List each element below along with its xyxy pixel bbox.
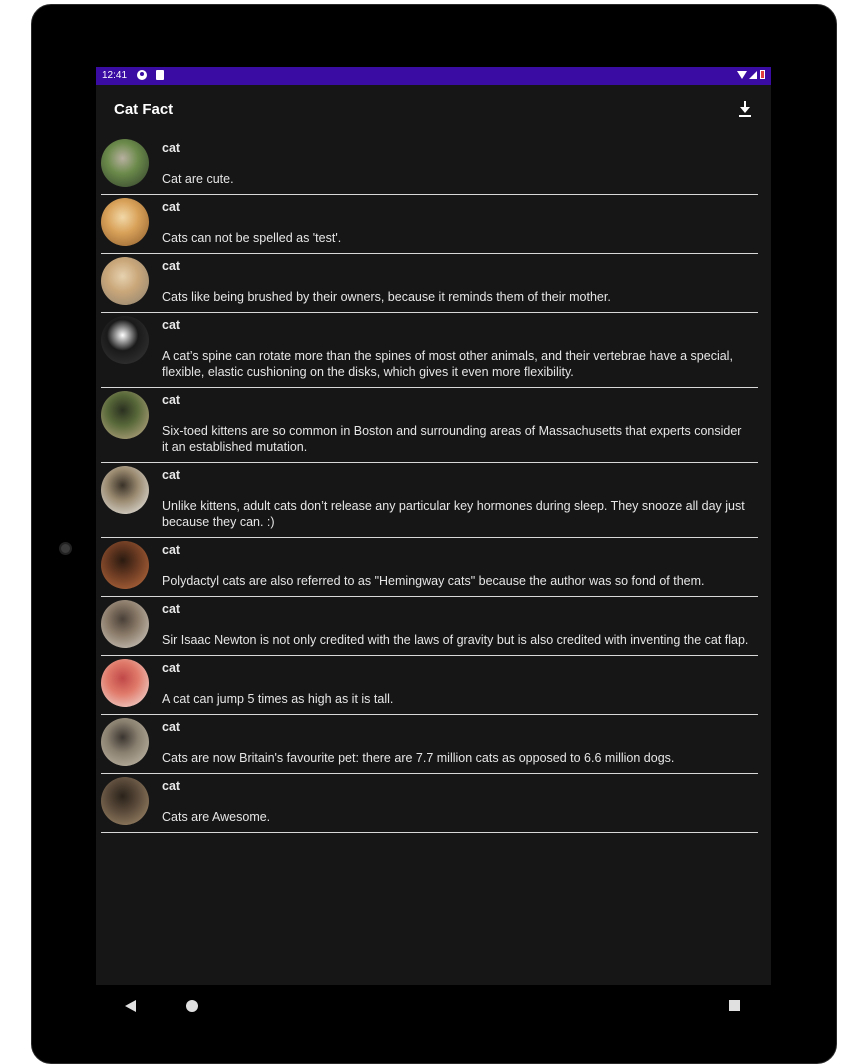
list-item-text: cat Cats like being brushed by their owne…: [162, 254, 758, 312]
list-item-text: cat A cat’s spine can rotate more than th…: [162, 313, 758, 387]
cat-avatar: [101, 541, 149, 589]
wifi-icon: [737, 70, 747, 79]
list-item-title: cat: [162, 200, 181, 214]
cat-avatar: [101, 718, 149, 766]
list-item[interactable]: cat A cat’s spine can rotate more than th…: [101, 313, 758, 388]
list-item-title: cat: [162, 779, 181, 793]
list-item-fact: Cats like being brushed by their owners,…: [162, 290, 611, 304]
sd-card-icon: [156, 70, 164, 80]
list-item-fact: Cats are Awesome.: [162, 810, 271, 824]
download-icon: [739, 101, 751, 117]
cat-avatar: [101, 316, 149, 364]
list-item-text: cat Cats can not be spelled as 'test'.: [162, 195, 758, 253]
status-time: 12:41: [102, 70, 128, 81]
list-item[interactable]: cat Cats can not be spelled as 'test'.: [101, 195, 758, 254]
list-item-text: cat Six-toed kittens are so common in Bos…: [162, 388, 758, 462]
list-item-text: cat Sir Isaac Newton is not only credited…: [162, 597, 758, 655]
cat-avatar: [101, 198, 149, 246]
list-item-fact: Cats can not be spelled as 'test'.: [162, 231, 342, 245]
list-item-fact: A cat’s spine can rotate more than the s…: [162, 349, 733, 379]
list-item-title: cat: [162, 259, 181, 273]
list-item-text: cat A cat can jump 5 times as high as it …: [162, 656, 758, 714]
cat-avatar: [101, 659, 149, 707]
list-item[interactable]: cat Cat are cute.: [101, 136, 758, 195]
list-item-text: cat Unlike kittens, adult cats don’t rele…: [162, 463, 758, 537]
battery-icon: [760, 70, 765, 79]
cat-avatar: [101, 391, 149, 439]
cat-fact-list: cat Cat are cute. cat Cats can not be spell…: [101, 136, 758, 833]
list-item-title: cat: [162, 141, 181, 155]
list-item[interactable]: cat Cats are now Britain's favourite pet:…: [101, 715, 758, 774]
navigation-bar: [96, 985, 771, 1027]
notification-icon: [137, 70, 147, 80]
list-item-fact: Unlike kittens, adult cats don’t release…: [162, 499, 745, 529]
list-item[interactable]: cat Six-toed kittens are so common in Bos…: [101, 388, 758, 463]
list-item-title: cat: [162, 393, 181, 407]
list-item-text: cat Polydactyl cats are also referred to …: [162, 538, 758, 596]
list-item[interactable]: cat Sir Isaac Newton is not only credited…: [101, 597, 758, 656]
app-title: Cat Fact: [114, 101, 174, 118]
list-item-title: cat: [162, 661, 181, 675]
cat-avatar: [101, 257, 149, 305]
list-item[interactable]: cat Unlike kittens, adult cats don’t rele…: [101, 463, 758, 538]
recents-button[interactable]: [729, 1000, 740, 1011]
list-item[interactable]: cat Cats like being brushed by their owne…: [101, 254, 758, 313]
list-item-title: cat: [162, 543, 181, 557]
cat-avatar: [101, 777, 149, 825]
list-item[interactable]: cat Polydactyl cats are also referred to …: [101, 538, 758, 597]
download-button[interactable]: [734, 98, 756, 120]
list-item[interactable]: cat Cats are Awesome.: [101, 774, 758, 833]
cat-avatar: [101, 139, 149, 187]
back-button[interactable]: [125, 1000, 136, 1012]
list-item-fact: Cat are cute.: [162, 172, 234, 186]
list-item-title: cat: [162, 468, 181, 482]
list-item-title: cat: [162, 720, 181, 734]
cat-avatar: [101, 466, 149, 514]
list-item-text: cat Cat are cute.: [162, 136, 758, 194]
list-item-text: cat Cats are Awesome.: [162, 774, 758, 832]
signal-icon: [749, 70, 757, 79]
list-item-fact: Polydactyl cats are also referred to as …: [162, 574, 705, 588]
list-item[interactable]: cat A cat can jump 5 times as high as it …: [101, 656, 758, 715]
status-bar: 12:41: [96, 67, 771, 85]
app-screen: 12:41 Cat Fact cat Cat are cute. cat Cats c…: [96, 67, 771, 985]
list-item-title: cat: [162, 602, 181, 616]
home-button[interactable]: [186, 1000, 198, 1012]
cat-avatar: [101, 600, 149, 648]
status-indicators: [737, 70, 765, 79]
list-item-fact: A cat can jump 5 times as high as it is …: [162, 692, 394, 706]
list-item-fact: Sir Isaac Newton is not only credited wi…: [162, 633, 749, 647]
list-item-title: cat: [162, 318, 181, 332]
list-item-fact: Six-toed kittens are so common in Boston…: [162, 424, 742, 454]
list-item-fact: Cats are now Britain's favourite pet: th…: [162, 751, 675, 765]
app-bar: Cat Fact: [96, 85, 771, 135]
list-item-text: cat Cats are now Britain's favourite pet:…: [162, 715, 758, 773]
camera-icon: [59, 542, 72, 555]
